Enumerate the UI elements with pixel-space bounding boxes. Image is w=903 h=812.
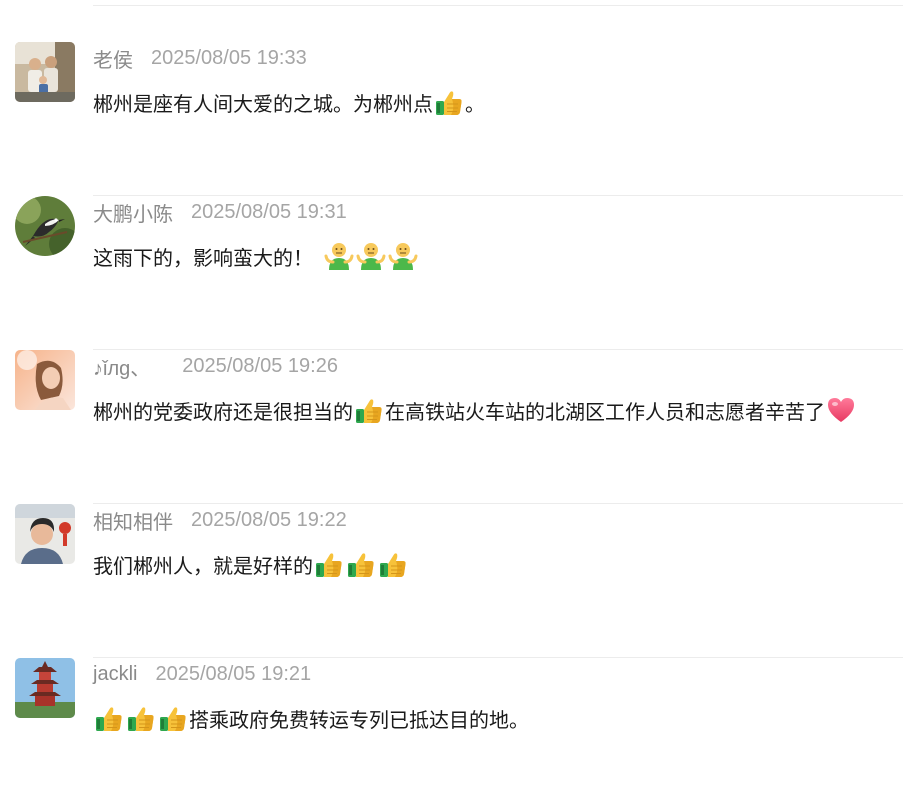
avatar[interactable] [15, 350, 75, 410]
comment-text: 郴州是座有人间大爱的之城。为郴州点 [93, 93, 433, 116]
shrug-person-icon [323, 240, 355, 272]
comment-text: 在高铁站火车站的北湖区工作人员和志愿者辛苦了 [385, 401, 825, 424]
nickname[interactable]: 大鹏小陈 [93, 198, 173, 227]
comment-item: ♪ǐлg、 2025/08/05 19:26 郴州的党委政府还是很担当的 在高铁… [0, 350, 903, 504]
thumbs-up-icon [125, 702, 157, 734]
avatar[interactable] [15, 658, 75, 718]
timestamp: 2025/08/05 19:26 [182, 354, 338, 377]
comment-item: jackli 2025/08/05 19:21 搭乘政府免费转运专列已抵达目的地… [0, 658, 903, 812]
thumbs-up-icon [377, 548, 409, 580]
nickname[interactable]: jackli [93, 663, 137, 686]
avatar[interactable] [15, 196, 75, 256]
comment-content: 郴州是座有人间大爱的之城。为郴州点 。 [93, 86, 903, 118]
thumbs-up-icon [345, 548, 377, 580]
comment-text: 这雨下的，影响蛮大的！ [93, 247, 313, 270]
comment-text: 郴州的党委政府还是很担当的 [93, 401, 353, 424]
thumbs-up-icon [313, 548, 345, 580]
thumbs-up-icon [433, 86, 465, 118]
nickname[interactable]: 老侯 [93, 44, 133, 73]
comment-meta: jackli 2025/08/05 19:21 [93, 660, 311, 688]
top-divider [93, 5, 903, 6]
thumbs-up-icon [93, 702, 125, 734]
comment-meta: 相知相伴 2025/08/05 19:22 [93, 506, 347, 534]
shrug-person-icon [387, 240, 419, 272]
avatar[interactable] [15, 42, 75, 102]
timestamp: 2025/08/05 19:33 [151, 46, 307, 69]
timestamp: 2025/08/05 19:21 [155, 662, 312, 685]
comment-item: 大鹏小陈 2025/08/05 19:31 这雨下的，影响蛮大的！ [0, 196, 903, 350]
timestamp: 2025/08/05 19:22 [191, 508, 347, 531]
comment-meta: 大鹏小陈 2025/08/05 19:31 [93, 198, 347, 226]
nickname[interactable]: ♪ǐлg、 [93, 352, 150, 381]
comment-content: 这雨下的，影响蛮大的！ [93, 240, 903, 272]
comment-meta: ♪ǐлg、 2025/08/05 19:26 [93, 352, 338, 380]
comment-content: 郴州的党委政府还是很担当的 在高铁站火车站的北湖区工作人员和志愿者辛苦了 [93, 394, 903, 426]
comment-item: 相知相伴 2025/08/05 19:22 我们郴州人，就是好样的 [0, 504, 903, 658]
timestamp: 2025/08/05 19:31 [191, 200, 347, 223]
nickname[interactable]: 相知相伴 [93, 506, 173, 535]
thumbs-up-icon [353, 394, 385, 426]
shrug-person-icon [355, 240, 387, 272]
thumbs-up-icon [157, 702, 189, 734]
comment-content: 我们郴州人，就是好样的 [93, 548, 903, 580]
comment-text: 。 [465, 93, 485, 116]
avatar[interactable] [15, 504, 75, 564]
comment-meta: 老侯 2025/08/05 19:33 [93, 44, 307, 72]
comment-content: 搭乘政府免费转运专列已抵达目的地。 [93, 702, 903, 734]
comment-text: 我们郴州人，就是好样的 [93, 555, 313, 578]
comment-text: 搭乘政府免费转运专列已抵达目的地。 [189, 709, 529, 732]
heart-icon [825, 394, 857, 426]
comment-item: 老侯 2025/08/05 19:33 郴州是座有人间大爱的之城。为郴州点 。 [0, 42, 903, 196]
